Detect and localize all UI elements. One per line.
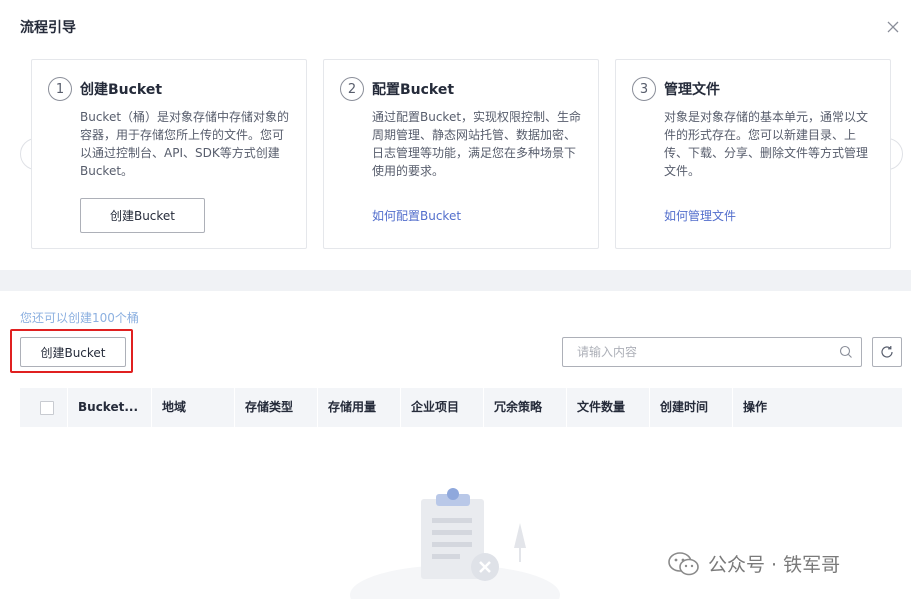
wechat-icon	[668, 551, 699, 575]
step-number: 3	[632, 77, 656, 101]
card-description: 通过配置Bucket，实现权限控制、生命周期管理、静态网站托管、数据加密、日志管…	[372, 110, 582, 178]
refresh-button[interactable]	[872, 337, 902, 367]
bucket-quota-text: 您还可以创建100个桶	[20, 311, 139, 325]
search-box	[562, 337, 862, 367]
guide-title: 流程引导	[20, 20, 76, 36]
create-bucket-button[interactable]: 创建Bucket	[20, 337, 126, 367]
select-all-checkbox[interactable]	[40, 401, 54, 415]
guide-card-manage-files: 3 管理文件 对象是对象存储的基本单元，通常以文件的形式存在。您可以新建目录、上…	[615, 59, 891, 249]
watermark: 公众号 · 铁军哥	[668, 550, 840, 577]
how-to-configure-bucket-link[interactable]: 如何配置Bucket	[372, 207, 461, 224]
column-header-actions: 操作	[732, 388, 902, 427]
card-title: 创建Bucket	[80, 82, 163, 98]
column-header-bucket[interactable]: Bucket...	[67, 388, 161, 427]
column-header-enterprise-project: 企业项目	[400, 388, 483, 427]
column-header-region: 地域	[151, 388, 234, 427]
empty-state-illustration	[350, 488, 560, 599]
watermark-text: 公众号 · 铁军哥	[708, 554, 841, 576]
step-number: 2	[340, 77, 364, 101]
refresh-icon	[881, 346, 893, 358]
column-header-created-time: 创建时间	[649, 388, 732, 427]
card-title: 管理文件	[664, 82, 720, 98]
column-header-redundancy: 冗余策略	[483, 388, 566, 427]
column-header-file-count: 文件数量	[566, 388, 649, 427]
guide-card-create-bucket: 1 创建Bucket Bucket（桶）是对象存储中存储对象的容器，用于存储您所…	[31, 59, 307, 249]
how-to-manage-files-link[interactable]: 如何管理文件	[664, 207, 736, 224]
search-input[interactable]	[563, 338, 833, 366]
card-create-bucket-button[interactable]: 创建Bucket	[80, 198, 205, 233]
guide-panel: 流程引导 1 创建Bucket Bucket（桶）是对象存储中存储对象的容器，用…	[0, 0, 911, 270]
guide-card-configure-bucket: 2 配置Bucket 通过配置Bucket，实现权限控制、生命周期管理、静态网站…	[323, 59, 599, 249]
section-divider	[0, 270, 911, 291]
search-icon[interactable]	[839, 345, 853, 359]
column-header-storage-usage: 存储用量	[317, 388, 400, 427]
card-description: 对象是对象存储的基本单元，通常以文件的形式存在。您可以新建目录、上传、下载、分享…	[664, 110, 869, 178]
card-description: Bucket（桶）是对象存储中存储对象的容器，用于存储您所上传的文件。您可以通过…	[80, 110, 290, 178]
card-title: 配置Bucket	[372, 82, 455, 98]
close-icon[interactable]	[884, 18, 902, 36]
table-header: Bucket... 地域 存储类型 存储用量 企业项目 冗余策略 文件数量 创建…	[20, 388, 902, 427]
step-number: 1	[48, 77, 72, 101]
column-header-storage-class: 存储类型	[234, 388, 317, 427]
